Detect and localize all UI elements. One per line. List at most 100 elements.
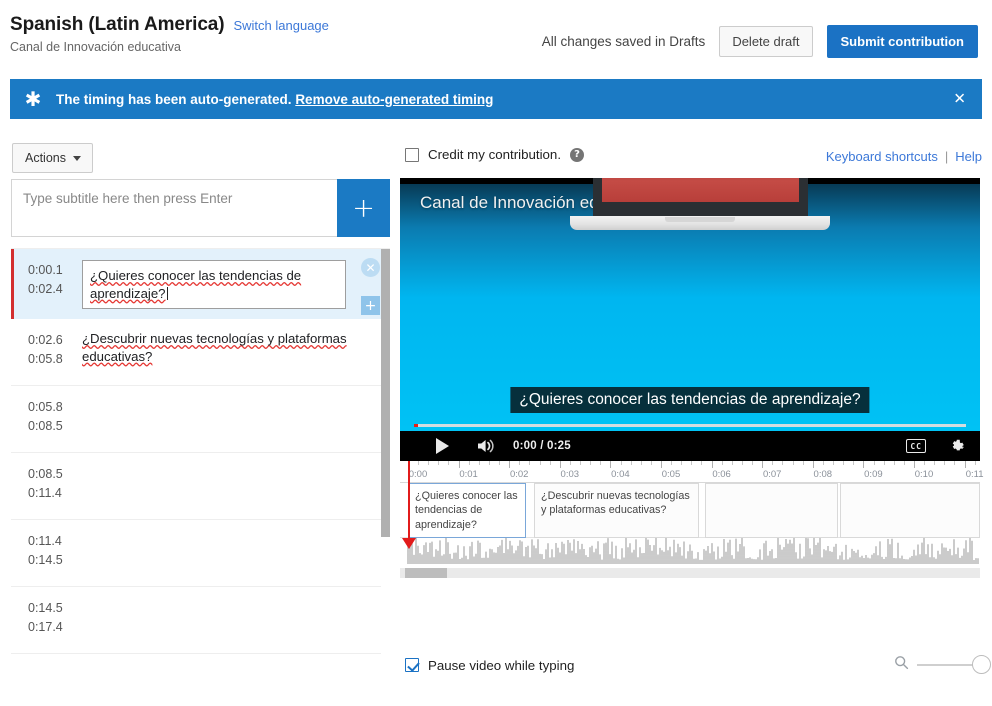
subtitle-editor-panel: Actions + 0:00.10:02.4 ¿Quieres conocer l… [0, 128, 395, 706]
timeline-tick-minor [650, 461, 652, 465]
cc-button[interactable]: CC [906, 439, 926, 453]
subtitle-text-cell[interactable] [79, 587, 390, 653]
subtitle-text-cell[interactable] [79, 386, 390, 452]
video-caption-overlay: ¿Quieres conocer las tendencias de apren… [510, 387, 870, 413]
gear-icon[interactable] [949, 438, 966, 455]
timeline-tick-major [863, 461, 865, 468]
add-subtitle-button[interactable]: + [337, 179, 390, 237]
subtitle-text-cell[interactable]: ¿Quieres conocer las tendencias de apren… [79, 249, 390, 319]
timeline-playhead[interactable] [408, 461, 410, 542]
subtitle-start-time[interactable]: 0:00.1 [28, 261, 79, 280]
video-controls: 0:00 / 0:25 CC [400, 431, 980, 461]
subtitle-end-time[interactable]: 0:08.5 [28, 417, 79, 436]
credit-label: Credit my contribution. [428, 147, 562, 162]
insert-subtitle-icon[interactable]: + [361, 296, 380, 315]
subtitle-start-time[interactable]: 0:08.5 [28, 465, 79, 484]
laptop-graphic [593, 178, 808, 218]
subtitle-text-cell[interactable]: ¿Descubrir nuevas tecnologías y platafor… [79, 319, 390, 385]
video-progress-bar[interactable] [414, 424, 966, 427]
credit-contribution-row: Credit my contribution. ? [405, 147, 585, 162]
timeline-tick-minor [428, 461, 430, 465]
timeline-tick-minor [893, 461, 895, 465]
timeline-tick-minor [478, 461, 480, 465]
subtitle-row[interactable]: 0:00.1 0:02.4 ¿Quieres conocer las tendenc… [11, 249, 390, 320]
credit-my-contribution-checkbox[interactable] [405, 147, 419, 162]
subtitle-list-scrollbar[interactable] [381, 249, 390, 706]
remove-auto-timing-link[interactable]: Remove auto-generated timing [295, 92, 493, 107]
subtitle-row[interactable]: 0:14.5 0:17.4 [11, 587, 390, 655]
timeline-caption-block[interactable] [840, 483, 980, 538]
timeline-tick-minor [468, 461, 470, 465]
help-link[interactable]: Help [955, 149, 982, 164]
timeline-tick-minor [822, 461, 824, 465]
subtitle-end-time[interactable]: 0:11.4 [28, 484, 79, 503]
timeline-caption-blocks[interactable]: ¿Quieres conocer las tendencias de apren… [400, 483, 980, 538]
laptop-notch-graphic [665, 217, 735, 222]
subtitle-timestamps: 0:05.8 0:08.5 [11, 386, 79, 452]
playhead-handle-icon[interactable] [402, 538, 416, 549]
subtitle-timestamps: 0:11.4 0:14.5 [11, 520, 79, 586]
search-icon [894, 655, 909, 675]
subtitle-end-time[interactable]: 0:14.5 [28, 551, 79, 570]
new-subtitle-input[interactable] [11, 179, 337, 237]
zoom-slider[interactable] [917, 655, 991, 674]
play-icon[interactable] [436, 438, 449, 454]
actions-dropdown-button[interactable]: Actions [12, 143, 93, 173]
timeline-tick-major [661, 461, 662, 468]
timeline-tick-major [559, 461, 561, 468]
subtitle-end-time[interactable]: 0:02.4 [28, 280, 79, 299]
subtitle-start-time[interactable]: 0:02.6 [28, 331, 79, 350]
subtitle-end-time[interactable]: 0:05.8 [28, 350, 79, 369]
timeline-tick-minor [954, 461, 956, 465]
subtitle-start-time[interactable]: 0:11.4 [28, 532, 79, 551]
scrollbar-thumb[interactable] [381, 249, 390, 537]
switch-language-link[interactable]: Switch language [233, 18, 328, 33]
timeline-caption-block[interactable] [705, 483, 838, 538]
subtitle-row[interactable]: 0:08.5 0:11.4 [11, 453, 390, 521]
subtitle-timestamps: 0:00.1 0:02.4 [11, 249, 79, 319]
subtitle-timestamps: 0:08.5 0:11.4 [11, 453, 79, 519]
pause-video-while-typing-checkbox[interactable] [405, 658, 419, 672]
delete-draft-button[interactable]: Delete draft [719, 26, 813, 57]
auto-timing-banner: ✱ The timing has been auto-generated. Re… [10, 79, 982, 119]
subtitle-text-cell[interactable] [79, 453, 390, 519]
timeline-tick-label: 0:04 [611, 469, 630, 480]
subtitle-rows-container: 0:00.1 0:02.4 ¿Quieres conocer las tendenc… [11, 249, 390, 655]
banner-message-text: The timing has been auto-generated. [56, 91, 292, 107]
help-tooltip-icon[interactable]: ? [570, 147, 585, 162]
subtitle-row[interactable]: 0:11.4 0:14.5 [11, 520, 390, 588]
subtitle-row[interactable]: 0:05.8 0:08.5 [11, 386, 390, 454]
timeline-tick-minor [640, 461, 642, 465]
timeline-caption-block[interactable]: ¿Quieres conocer las tendencias de apren… [408, 483, 526, 538]
subtitle-text-editor[interactable]: ¿Quieres conocer las tendencias de apren… [82, 260, 346, 310]
timeline-tick-label: 0:00 [408, 469, 428, 480]
timeline-tick-label: 0:09 [864, 469, 883, 480]
subtitle-end-time[interactable]: 0:17.4 [28, 618, 79, 637]
subtitle-list: 0:00.1 0:02.4 ¿Quieres conocer las tendenc… [11, 248, 390, 706]
volume-icon[interactable] [477, 438, 496, 454]
timeline-tick-minor [671, 461, 673, 465]
subtitle-start-time[interactable]: 0:05.8 [28, 398, 79, 417]
timeline-tick-major [964, 461, 966, 468]
subtitle-text[interactable]: ¿Descubrir nuevas tecnologías y platafor… [82, 330, 390, 365]
timeline-caption-block[interactable]: ¿Descubrir nuevas tecnologías y platafor… [534, 483, 699, 538]
delete-subtitle-icon[interactable]: ✕ [361, 258, 380, 277]
timeline-tick-minor [701, 461, 703, 465]
timeline-scrollbar[interactable] [400, 568, 980, 578]
zoom-slider-handle[interactable] [972, 655, 991, 674]
pause-label: Pause video while typing [428, 657, 575, 673]
subtitle-text-cell[interactable] [79, 520, 390, 586]
subtitle-start-time[interactable]: 0:14.5 [28, 599, 79, 618]
timeline-ruler[interactable]: 0:00 0:01 0:02 0:03 0:04 0:05 0:06 0:07 0:08 0:09… [400, 461, 983, 483]
video-player[interactable]: Canal de Innovación educativa ¿Quieres c… [400, 178, 980, 461]
timeline[interactable]: 0:00 0:01 0:02 0:03 0:04 0:05 0:06 0:07 0:08 0:09… [400, 461, 983, 578]
keyboard-shortcuts-link[interactable]: Keyboard shortcuts [826, 149, 938, 164]
submit-contribution-button[interactable]: Submit contribution [826, 25, 978, 58]
audio-waveform[interactable] [400, 538, 980, 564]
video-frame: Canal de Innovación educativa ¿Quieres c… [400, 178, 980, 455]
close-icon[interactable]: ✕ [953, 91, 966, 107]
timeline-tick-minor [782, 461, 784, 465]
timeline-scrollbar-thumb[interactable] [405, 568, 447, 578]
timeline-tick-minor [549, 461, 551, 465]
subtitle-row[interactable]: 0:02.6 0:05.8 ¿Descubrir nuevas tecnología… [11, 319, 390, 387]
